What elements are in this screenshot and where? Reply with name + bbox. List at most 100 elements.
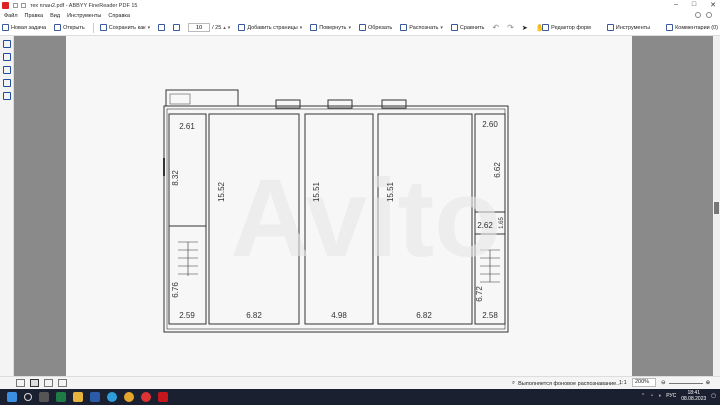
redo-button[interactable]: ↷: [507, 23, 514, 32]
chevron-down-icon: ▾: [147, 24, 151, 31]
tools-label: Инструменты: [615, 24, 651, 31]
dim-d4: 2.59: [179, 311, 195, 320]
recognize-button[interactable]: Распознать ▾: [400, 24, 443, 31]
toolbar-separator: [92, 22, 94, 33]
page-navigator: / 25 ▴ ▾: [188, 23, 230, 32]
yandex-browser-icon[interactable]: [141, 392, 151, 402]
bookmarks-icon[interactable]: [3, 53, 11, 61]
menu-edit[interactable]: Правка: [25, 13, 44, 19]
actual-size-button[interactable]: 1:1: [619, 380, 627, 386]
save-icon: [99, 24, 107, 31]
layout-text-icon[interactable]: [44, 379, 53, 387]
page-down-icon[interactable]: ▾: [228, 25, 231, 31]
folder-open-icon: [54, 24, 62, 31]
mail-icon: [173, 24, 181, 31]
tray-chevron-icon[interactable]: ⌃: [641, 393, 645, 399]
task-view-icon[interactable]: [39, 392, 49, 402]
zoom-controls: ⊖ ⊕: [661, 380, 710, 386]
new-task-button[interactable]: Новая задача: [2, 24, 46, 31]
excel-icon[interactable]: [56, 392, 66, 402]
main-toolbar: Новая задача Открыть Сохранить как ▾ / 2…: [0, 20, 720, 36]
recognize-icon: [400, 24, 408, 31]
top-stair-box: [165, 89, 239, 107]
page-up-icon[interactable]: ▴: [223, 25, 226, 31]
dim-d8: 4.98: [331, 311, 347, 320]
redo-icon: ↷: [507, 23, 514, 32]
word-icon[interactable]: [90, 392, 100, 402]
menu-bar: Файл Правка Вид Инструменты Справка: [0, 11, 720, 20]
input-language[interactable]: РУС: [666, 393, 676, 399]
page-number-input[interactable]: [188, 23, 211, 32]
minimize-icon[interactable]: –: [674, 1, 678, 9]
menu-view[interactable]: Вид: [50, 13, 60, 19]
menu-file[interactable]: Файл: [4, 13, 18, 19]
search-icon: ⌕: [512, 380, 516, 386]
window-controls: – □ ✕: [674, 1, 716, 9]
rotate-icon: [310, 24, 318, 31]
attachments-icon[interactable]: [3, 92, 11, 100]
network-icon[interactable]: ◔: [650, 393, 653, 399]
floor-plan-drawing: Avito 2.61 8.32 6.76 2.59 15.52 6.82 15.…: [163, 89, 509, 333]
save-as-button[interactable]: Сохранить как ▾: [99, 24, 151, 31]
crop-icon: [358, 24, 366, 31]
windows-start-icon[interactable]: [7, 392, 17, 402]
finereader-taskbar-icon[interactable]: [158, 392, 168, 402]
vertical-scrollbar[interactable]: [713, 36, 720, 376]
telegram-icon[interactable]: [107, 392, 117, 402]
close-icon[interactable]: ✕: [710, 1, 716, 9]
stair-left: [178, 241, 198, 276]
notifications-icon[interactable]: ▢: [711, 393, 716, 399]
explorer-icon[interactable]: [73, 392, 83, 402]
pdf-page: Avito 2.61 8.32 6.76 2.59 15.52 6.82 15.…: [66, 36, 632, 376]
layout-split-icon[interactable]: [30, 379, 39, 387]
clock[interactable]: 18:41 08.08.2023: [681, 390, 706, 402]
rotate-label: Повернуть: [319, 24, 347, 31]
tools-button[interactable]: Инструменты: [606, 24, 651, 31]
account-icon[interactable]: [706, 12, 712, 18]
background-recognition-status: ⌕ Выполняется фоновое распознавание...: [512, 380, 621, 387]
dim-d5: 15.52: [217, 181, 226, 202]
menu-tools[interactable]: Инструменты: [67, 13, 101, 19]
comments-button[interactable]: Комментарии (0): [666, 24, 718, 31]
help-icon[interactable]: [695, 12, 701, 18]
document-viewer[interactable]: Avito 2.61 8.32 6.76 2.59 15.52 6.82 15.…: [14, 36, 713, 376]
form-editor-icon: [542, 24, 550, 31]
recognize-label: Распознать: [409, 24, 439, 31]
quick-save-icon[interactable]: [13, 3, 18, 8]
windows-taskbar: ⌃ ◔ ◖ РУС 18:41 08.08.2023 ▢: [0, 389, 720, 405]
form-editor-button[interactable]: Редактор форм: [542, 24, 591, 31]
layout-single-icon[interactable]: [16, 379, 25, 387]
page-total: / 25: [212, 24, 222, 31]
chevron-down-icon: ▾: [440, 24, 443, 31]
scrollbar-thumb[interactable]: [714, 202, 719, 214]
zoom-out-icon[interactable]: ⊖: [661, 380, 666, 386]
rotate-button[interactable]: Повернуть ▾: [310, 24, 351, 31]
open-button[interactable]: Открыть: [54, 24, 85, 31]
quick-open-icon[interactable]: [21, 3, 26, 8]
compare-button[interactable]: Сравнить: [450, 24, 484, 31]
layout-image-icon[interactable]: [58, 379, 67, 387]
print-button[interactable]: [158, 24, 166, 31]
zoom-in-icon[interactable]: ⊕: [706, 380, 711, 386]
undo-button[interactable]: ↶: [492, 23, 499, 32]
zoom-level-field[interactable]: 200%: [632, 378, 656, 387]
dim-d2: 8.32: [171, 170, 180, 186]
menu-help[interactable]: Справка: [108, 13, 130, 19]
mail-button[interactable]: [173, 24, 181, 31]
select-tool-button[interactable]: ➤: [522, 24, 528, 32]
menu-right-icons: [695, 12, 712, 18]
pages-panel-icon[interactable]: [3, 40, 11, 48]
stamps-icon[interactable]: [3, 79, 11, 87]
chrome-icon[interactable]: [124, 392, 134, 402]
new-task-icon: [2, 24, 9, 31]
search-icon[interactable]: [24, 393, 32, 401]
crop-label: Обрезать: [367, 24, 393, 31]
search-icon[interactable]: [3, 66, 11, 74]
maximize-icon[interactable]: □: [692, 1, 696, 9]
volume-icon[interactable]: ◖: [658, 393, 661, 399]
add-pages-button[interactable]: Добавить страницы ▾: [238, 24, 302, 31]
crop-button[interactable]: Обрезать: [358, 24, 393, 31]
zoom-slider[interactable]: [668, 382, 703, 384]
dim-d7: 15.51: [312, 181, 321, 202]
compare-icon: [450, 24, 458, 31]
